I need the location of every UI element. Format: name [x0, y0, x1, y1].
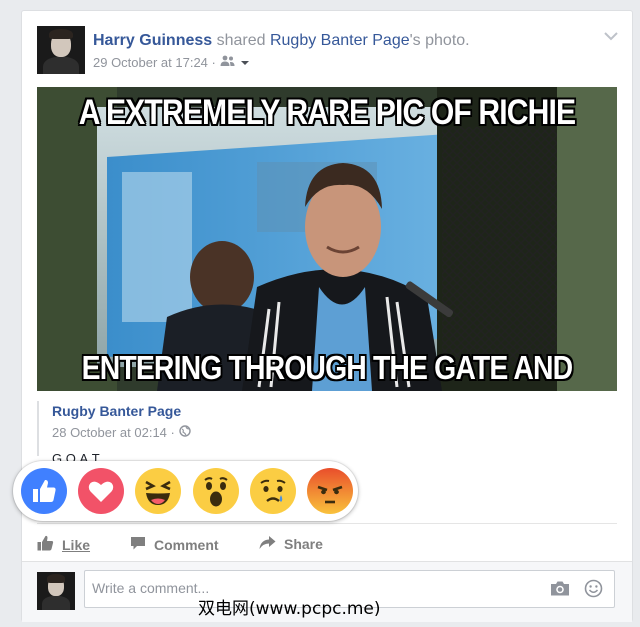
audience-dropdown-icon[interactable]: [240, 55, 250, 70]
shared-meta: 28 October at 02:14 ·: [52, 425, 191, 440]
share-icon: [259, 535, 276, 553]
friends-icon[interactable]: [220, 55, 236, 70]
post-meta: 29 October at 17:24 ·: [93, 55, 250, 70]
comment-label: Comment: [154, 536, 219, 553]
post-header: Harry Guinness shared Rugby Banter Page'…: [93, 32, 470, 50]
shared-page-link[interactable]: Rugby Banter Page: [270, 32, 410, 49]
watermark: 双电网(www.pcpc.me): [198, 599, 381, 619]
globe-icon: [179, 425, 191, 440]
comment-button[interactable]: Comment: [130, 535, 219, 554]
angry-reaction-icon[interactable]: [307, 468, 353, 514]
photo-suffix: 's photo.: [409, 32, 470, 49]
shared-post: Rugby Banter Page 28 October at 02:14 · …: [37, 401, 619, 466]
camera-icon[interactable]: [550, 580, 570, 602]
author-avatar[interactable]: [37, 26, 85, 74]
like-button[interactable]: Like: [37, 535, 90, 554]
like-reaction-icon[interactable]: [21, 468, 67, 514]
haha-reaction-icon[interactable]: [135, 468, 181, 514]
meme-bottom-text: ENTERING THROUGH THE GATE AND ON HIS FEE…: [81, 349, 573, 391]
post-timestamp-link[interactable]: 29 October at 17:24 ·: [93, 55, 216, 70]
wow-reaction-icon[interactable]: [193, 468, 239, 514]
thumbs-up-icon: [37, 535, 54, 554]
chevron-down-icon[interactable]: [604, 29, 618, 41]
post-photo[interactable]: A EXTREMELY RARE PIC OF RICHIE ENTERING …: [37, 87, 617, 391]
reactions-bar: [13, 461, 358, 521]
love-reaction-icon[interactable]: [78, 468, 124, 514]
shared-page-name[interactable]: Rugby Banter Page: [52, 403, 181, 419]
sad-reaction-icon[interactable]: [250, 468, 296, 514]
post-card: Harry Guinness shared Rugby Banter Page'…: [21, 10, 633, 622]
share-button[interactable]: Share: [259, 535, 323, 553]
author-name-link[interactable]: Harry Guinness: [93, 32, 212, 49]
comment-icon: [130, 535, 146, 554]
shared-text: shared: [212, 32, 270, 49]
like-label: Like: [62, 536, 91, 553]
shared-timestamp-link[interactable]: 28 October at 02:14 ·: [52, 425, 175, 440]
emoji-icon[interactable]: [584, 579, 603, 603]
share-label: Share: [284, 536, 323, 552]
divider: [37, 523, 617, 524]
meme-top-text: A EXTREMELY RARE PIC OF RICHIE: [78, 93, 576, 132]
commenter-avatar[interactable]: [37, 572, 75, 610]
